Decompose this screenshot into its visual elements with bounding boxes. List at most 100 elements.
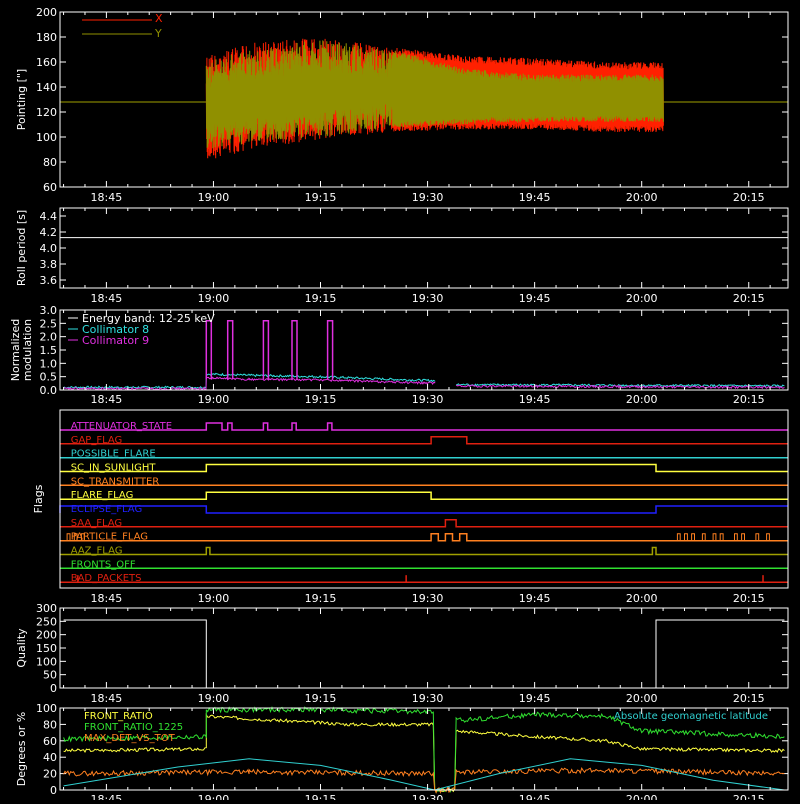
pointing-ytick-label: 100 <box>36 131 57 144</box>
pointing-xtick-label: 19:15 <box>305 191 337 204</box>
flag-line-flare_flag <box>60 491 788 500</box>
modulation-spike <box>205 319 213 380</box>
quality-ytick-label: 100 <box>36 655 57 668</box>
modulation-spike <box>291 319 298 380</box>
flags-xtick-label: 19:30 <box>412 592 444 605</box>
flag-line-gap_flag <box>60 436 788 445</box>
pointing-xtick-label: 19:30 <box>412 191 444 204</box>
quality-ytick-label: 250 <box>36 615 57 628</box>
flag-label-sc_in_sunlight: SC_IN_SUNLIGHT <box>71 463 157 474</box>
pointing-legend-y: Y <box>154 27 162 40</box>
ratios-right-legend: Absolute geomagnetic latitude <box>614 711 768 722</box>
quality-ytick-label: 150 <box>36 642 57 655</box>
pointing-xtick-label: 20:00 <box>626 191 658 204</box>
quality-ytick-label: 200 <box>36 629 57 642</box>
roll-ytick-label: 4.4 <box>40 210 58 223</box>
roll-xtick-label: 20:00 <box>626 292 658 305</box>
modulation-xtick-label: 20:15 <box>733 393 765 406</box>
modulation-xtick-label: 19:00 <box>198 393 230 406</box>
pointing-xtick-label: 20:15 <box>733 191 765 204</box>
ratios-xtick-label: 20:15 <box>733 793 765 800</box>
flag-label-particle_flag: PARTICLE_FLAG <box>71 532 148 543</box>
modulation-spike <box>326 319 334 380</box>
pointing-ytick-label: 180 <box>36 31 57 44</box>
roll-ytick-label: 3.6 <box>40 274 58 287</box>
pointing-ytick-label: 60 <box>43 181 57 194</box>
ratios-ytick-label: 100 <box>36 702 57 715</box>
modulation-xtick-label: 19:45 <box>519 393 551 406</box>
flag-particle-pulse <box>712 533 717 541</box>
flag-particle-pulse <box>691 533 695 541</box>
modulation-xtick-label: 18:45 <box>91 393 123 406</box>
roll-ytick-label: 3.8 <box>40 258 58 271</box>
modulation-spike <box>226 319 234 380</box>
roll-frame <box>59 207 789 289</box>
roll-ytick-label: 4.2 <box>40 226 58 239</box>
ratio-series-4 <box>63 758 785 791</box>
ratios-ylabel: Degrees or % <box>15 712 28 786</box>
roll-xtick-label: 19:00 <box>198 292 230 305</box>
pointing-xtick-label: 19:45 <box>519 191 551 204</box>
modulation-series-1 <box>63 372 436 390</box>
observing-summary-chart: 6080100120140160180200Pointing ["]XY18:4… <box>9 6 789 804</box>
ratios-xtick-label: 19:45 <box>519 793 551 800</box>
roll-ytick-label: 4.0 <box>40 242 58 255</box>
quality-xtick-label: 18:45 <box>91 692 123 705</box>
quality-ytick-label: 50 <box>43 669 57 682</box>
modulation-ylabel: modulation <box>21 319 34 381</box>
ratios-xtick-label: 19:00 <box>198 793 230 800</box>
flag-line-sc_in_sunlight <box>60 463 788 473</box>
flag-line-eclipse_flag <box>59 505 788 514</box>
modulation-ytick-label: 2.0 <box>40 331 58 344</box>
ratios-xtick-label: 19:15 <box>305 793 337 800</box>
ratios-ytick-label: 0 <box>50 784 57 797</box>
flag-particle-pulse <box>676 533 681 541</box>
quality-line <box>63 619 785 689</box>
modulation-ytick-label: 2.5 <box>40 317 58 330</box>
flag-particle-pulse <box>766 533 770 541</box>
quality-xtick-label: 19:00 <box>198 692 230 705</box>
flag-label-fronts_off: FRONTS_OFF <box>71 559 136 570</box>
flag-particle-pulse <box>741 533 745 541</box>
modulation-xtick-label: 20:00 <box>626 393 658 406</box>
quality-xtick-label: 20:00 <box>626 692 658 705</box>
roll-xtick-label: 19:15 <box>305 292 337 305</box>
pointing-ytick-label: 80 <box>43 156 57 169</box>
quality-ytick-label: 0 <box>50 682 57 695</box>
flag-label-possible_flare: POSSIBLE_FLARE <box>71 449 156 460</box>
quality-xtick-label: 19:30 <box>412 692 444 705</box>
pointing-ytick-label: 120 <box>36 106 57 119</box>
roll-ylabel: Roll period [s] <box>15 210 28 286</box>
flag-label-flare_flag: FLARE_FLAG <box>71 490 134 501</box>
flags-xtick-label: 19:45 <box>519 592 551 605</box>
modulation-ytick-label: 0.0 <box>40 384 58 397</box>
modulation-ytick-label: 3.0 <box>40 304 58 317</box>
flags-ylabel: Flags <box>32 484 45 513</box>
roll-xtick-label: 20:15 <box>733 292 765 305</box>
flag-label-eclipse_flag: ECLIPSE_FLAG <box>71 504 142 515</box>
roll-xtick-label: 18:45 <box>91 292 123 305</box>
flags-xtick-label: 19:00 <box>198 592 230 605</box>
ratios-ytick-label: 40 <box>43 751 57 764</box>
quality-ytick-label: 300 <box>36 602 57 615</box>
flag-particle-pulse <box>734 533 738 541</box>
modulation-ytick-label: 0.5 <box>40 371 58 384</box>
flag-line-particle_flag <box>60 532 788 542</box>
modulation-xtick-label: 19:30 <box>412 393 444 406</box>
pointing-ytick-label: 140 <box>36 81 57 94</box>
ratios-ytick-label: 60 <box>43 735 57 748</box>
pointing-ytick-label: 200 <box>36 6 57 19</box>
flag-label-bad_packets: BAD_PACKETS <box>71 573 142 584</box>
ratios-xtick-label: 20:00 <box>626 793 658 800</box>
pointing-ylabel: Pointing ["] <box>15 69 28 130</box>
modulation-ytick-label: 1.0 <box>40 357 58 370</box>
ratios-ytick-label: 80 <box>43 718 57 731</box>
quality-ylabel: Quality <box>15 628 28 668</box>
flag-label-saa_flag: SAA_FLAG <box>71 518 122 529</box>
modulation-xtick-label: 19:15 <box>305 393 337 406</box>
flag-line-saa_flag <box>60 519 788 528</box>
flags-xtick-label: 20:15 <box>733 592 765 605</box>
flag-particle-pulse <box>66 533 71 541</box>
ratios-xtick-label: 19:30 <box>412 793 444 800</box>
roll-xtick-label: 19:30 <box>412 292 444 305</box>
